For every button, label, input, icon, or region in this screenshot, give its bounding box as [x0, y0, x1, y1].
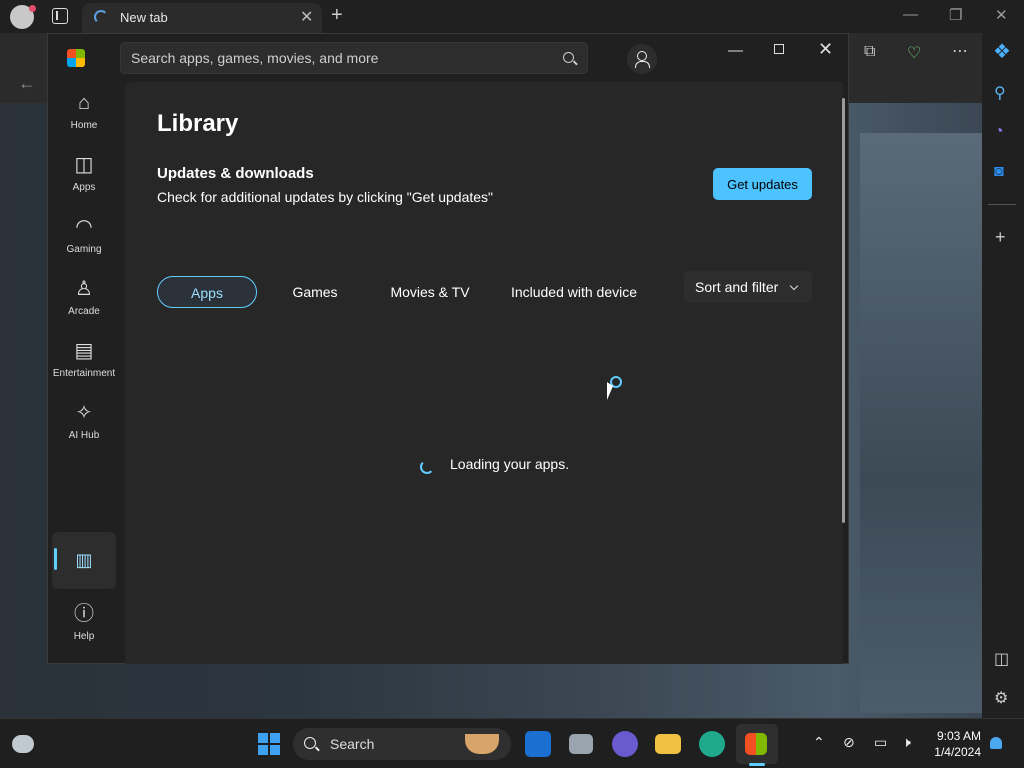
filter-games[interactable]: Games	[275, 276, 355, 308]
nav-gaming[interactable]: ◠ Gaming	[52, 210, 116, 266]
nav-home-label: Home	[70, 120, 98, 131]
get-updates-button[interactable]: Get updates	[713, 168, 812, 200]
back-arrow-icon[interactable]: ←	[18, 73, 36, 94]
taskbar-search-label: Search	[330, 736, 375, 752]
task-view-icon[interactable]	[569, 734, 593, 754]
taskbar-search-box[interactable]: Search	[293, 728, 511, 760]
store-maximize-icon[interactable]	[774, 44, 784, 54]
nav-ai-hub-label: AI Hub	[68, 430, 100, 441]
copilot-icon[interactable]: ❖	[993, 39, 1011, 64]
search-icon[interactable]	[563, 52, 574, 63]
library-content: Library Updates & downloads Check for ad…	[125, 82, 843, 664]
clock-date[interactable]: 1/4/2024	[926, 745, 981, 759]
file-explorer-icon[interactable]	[655, 734, 681, 754]
apps-icon: ◫	[74, 154, 94, 176]
tab-actions-icon[interactable]	[52, 8, 68, 24]
sidebar-settings-icon[interactable]: ⚙	[994, 688, 1008, 708]
nav-home[interactable]: ⌂ Home	[52, 86, 116, 142]
notification-bell-icon[interactable]	[990, 737, 1002, 749]
collections-icon[interactable]: ⧉	[864, 43, 875, 61]
browser-minimize-icon[interactable]: —	[903, 6, 918, 23]
show-hidden-icons-chevron-icon[interactable]: ⌃	[813, 734, 825, 751]
tab-close-icon[interactable]: ✕	[300, 7, 313, 27]
nav-apps[interactable]: ◫ Apps	[52, 148, 116, 204]
nav-arcade[interactable]: ♙ Arcade	[52, 272, 116, 328]
nav-entertainment[interactable]: ▤ Entertainment	[52, 334, 116, 390]
nav-active-indicator	[54, 548, 57, 570]
page-title: Library	[157, 110, 239, 137]
new-tab-plus-icon[interactable]: +	[331, 4, 343, 27]
joystick-icon: ♙	[75, 278, 93, 300]
store-logo-icon	[67, 49, 85, 67]
help-icon: ⓘ	[74, 603, 94, 625]
network-off-icon[interactable]: ⊘	[843, 734, 855, 751]
clapperboard-icon: ▤	[74, 340, 94, 362]
weather-widget-icon[interactable]	[12, 735, 34, 753]
browser-essentials-icon[interactable]: ♡	[907, 43, 921, 63]
dev-preview-app-icon[interactable]	[525, 731, 551, 757]
nav-apps-label: Apps	[72, 182, 96, 193]
nav-library[interactable]: ▥	[52, 532, 116, 589]
account-icon	[635, 51, 650, 68]
taskbar: Search ⌃ ⊘ ▭ 🕨 9:03 AM 1/4/2024	[0, 718, 1024, 768]
filter-included-with-device[interactable]: Included with device	[498, 276, 650, 308]
sidebar-toggle-icon[interactable]: ◫	[994, 649, 1009, 669]
browser-sidebar: ❖ ⚲ ◔ ◙ + ◫ ⚙	[982, 33, 1024, 718]
sort-and-filter-button[interactable]: Sort and filter	[684, 271, 812, 303]
more-options-icon[interactable]: ⋯	[952, 41, 968, 61]
store-close-icon[interactable]: ✕	[818, 39, 833, 60]
nav-arcade-label: Arcade	[68, 306, 100, 317]
profile-notification-dot	[29, 5, 36, 12]
nav-help-label: Help	[73, 631, 95, 642]
edge-browser-icon[interactable]	[699, 731, 725, 757]
sparkle-icon: ✧	[75, 402, 93, 424]
browser-tab-new-tab[interactable]: New tab ✕	[82, 3, 322, 33]
updates-title: Updates & downloads	[157, 165, 314, 182]
browser-close-icon[interactable]: ✕	[995, 6, 1008, 24]
sidebar-search-icon[interactable]: ⚲	[994, 83, 1006, 103]
filter-movies-tv[interactable]: Movies & TV	[375, 276, 485, 308]
mouse-pointer-icon	[607, 382, 613, 400]
sort-and-filter-label: Sort and filter	[695, 279, 779, 295]
sidebar-copilot-icon[interactable]: ◔	[994, 123, 1004, 141]
search-highlight-bowl-icon	[465, 734, 499, 754]
outlook-icon[interactable]: ◙	[994, 163, 1004, 181]
nav-entertainment-label: Entertainment	[52, 368, 116, 379]
volume-muted-icon[interactable]: 🕨	[902, 734, 911, 751]
browser-tab-bar: New tab ✕ + — ❐ ✕	[0, 0, 1024, 33]
tab-title: New tab	[120, 10, 168, 25]
store-search-input[interactable]	[131, 50, 551, 66]
teams-chat-icon[interactable]	[612, 731, 638, 757]
nav-help[interactable]: ⓘ Help	[52, 597, 116, 653]
content-scrollbar[interactable]	[842, 98, 845, 523]
display-icon[interactable]: ▭	[874, 734, 887, 751]
store-minimize-icon[interactable]: —	[728, 42, 743, 59]
sidebar-add-icon[interactable]: +	[995, 227, 1006, 248]
library-icon: ▥	[75, 550, 93, 570]
gamepad-icon: ◠	[75, 216, 93, 238]
chevron-down-icon	[789, 281, 799, 291]
sidebar-divider	[988, 204, 1016, 205]
start-button-windows-icon[interactable]	[258, 733, 280, 755]
loading-spinner-icon	[420, 460, 434, 474]
nav-ai-hub[interactable]: ✧ AI Hub	[52, 396, 116, 452]
filter-apps[interactable]: Apps	[157, 276, 257, 308]
store-window: — ✕ ⌂ Home ◫ Apps ◠ Gaming ♙ Arcade ▤ En…	[47, 33, 849, 664]
browser-restore-icon[interactable]: ❐	[949, 6, 962, 24]
nav-gaming-label: Gaming	[66, 244, 102, 255]
taskbar-search-icon	[304, 737, 316, 749]
active-app-indicator	[749, 763, 765, 766]
account-button[interactable]	[627, 44, 657, 74]
edge-tab-icon	[94, 10, 108, 24]
store-taskbar-icon[interactable]	[745, 733, 767, 755]
loading-text: Loading your apps.	[450, 456, 570, 472]
home-icon: ⌂	[77, 92, 91, 114]
store-search-box[interactable]	[120, 42, 588, 74]
clock-time[interactable]: 9:03 AM	[931, 729, 981, 743]
updates-subtitle: Check for additional updates by clicking…	[157, 189, 494, 205]
